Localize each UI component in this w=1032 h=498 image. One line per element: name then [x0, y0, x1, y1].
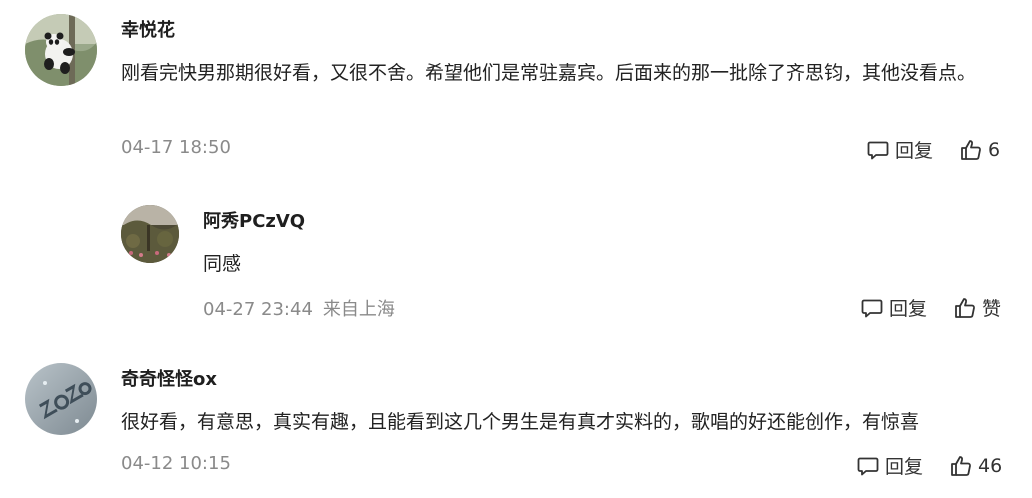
username[interactable]: 阿秀PCzVQ	[203, 207, 305, 233]
location: 来自上海	[322, 299, 395, 320]
garden-avatar[interactable]	[121, 205, 179, 263]
reply-button[interactable]: 回复	[860, 294, 927, 321]
reply-item: 阿秀PCzVQ 同感 04-27 23:44 来自上海 回复 赞	[0, 190, 1032, 340]
like-label: 赞	[982, 298, 1002, 320]
thumbs-up-icon	[953, 296, 977, 320]
timestamp: 04-27 23:44	[203, 299, 313, 320]
comment-item: 奇奇怪怪ox 很好看，有意思，真实有趣，且能看到这几个男生是有真才实料的，歌唱的…	[0, 340, 1032, 498]
username[interactable]: 幸悦花	[121, 16, 175, 42]
comment-bubble-icon	[856, 454, 880, 478]
like-button[interactable]: 6	[959, 138, 1000, 162]
comment-timestamp: 04-12 10:15	[121, 453, 231, 474]
comment-text: 很好看，有意思，真实有趣，且能看到这几个男生是有真才实料的，歌唱的好还能创作，有…	[121, 411, 920, 433]
like-button[interactable]: 赞	[953, 294, 1001, 321]
comment-bubble-icon	[860, 296, 884, 320]
comment-list: 幸悦花 刚看完快男那期很好看，又很不舍。希望他们是常驻嘉宾。后面来的那一批除了齐…	[0, 0, 1032, 498]
username[interactable]: 奇奇怪怪ox	[121, 365, 217, 391]
timestamp: 04-17 18:50	[121, 137, 231, 158]
zozo-logo-avatar[interactable]	[25, 363, 97, 435]
reply-label: 回复	[885, 456, 924, 478]
reply-meta: 04-27 23:44 来自上海	[203, 295, 395, 321]
reply-text: 同感	[203, 253, 242, 275]
comment-bubble-icon	[866, 138, 890, 162]
comment-timestamp: 04-17 18:50	[121, 137, 231, 158]
comment-item: 幸悦花 刚看完快男那期很好看，又很不舍。希望他们是常驻嘉宾。后面来的那一批除了齐…	[0, 0, 1032, 190]
panda-avatar[interactable]	[25, 14, 97, 86]
reply-button[interactable]: 回复	[856, 452, 923, 479]
reply-button[interactable]: 回复	[866, 136, 933, 163]
like-count: 46	[978, 454, 1003, 477]
comment-actions: 回复 46	[856, 452, 1002, 479]
comment-text: 刚看完快男那期很好看，又很不舍。希望他们是常驻嘉宾。后面来的那一批除了齐思钧，其…	[121, 62, 977, 84]
reply-label: 回复	[895, 140, 934, 162]
thumbs-up-icon	[959, 138, 983, 162]
like-count: 6	[988, 138, 1001, 161]
comment-actions: 回复 6	[866, 136, 1000, 163]
thumbs-up-icon	[949, 454, 973, 478]
like-button[interactable]: 46	[949, 454, 1002, 478]
reply-label: 回复	[889, 298, 928, 320]
reply-actions: 回复 赞	[860, 294, 1001, 321]
timestamp: 04-12 10:15	[121, 453, 231, 474]
